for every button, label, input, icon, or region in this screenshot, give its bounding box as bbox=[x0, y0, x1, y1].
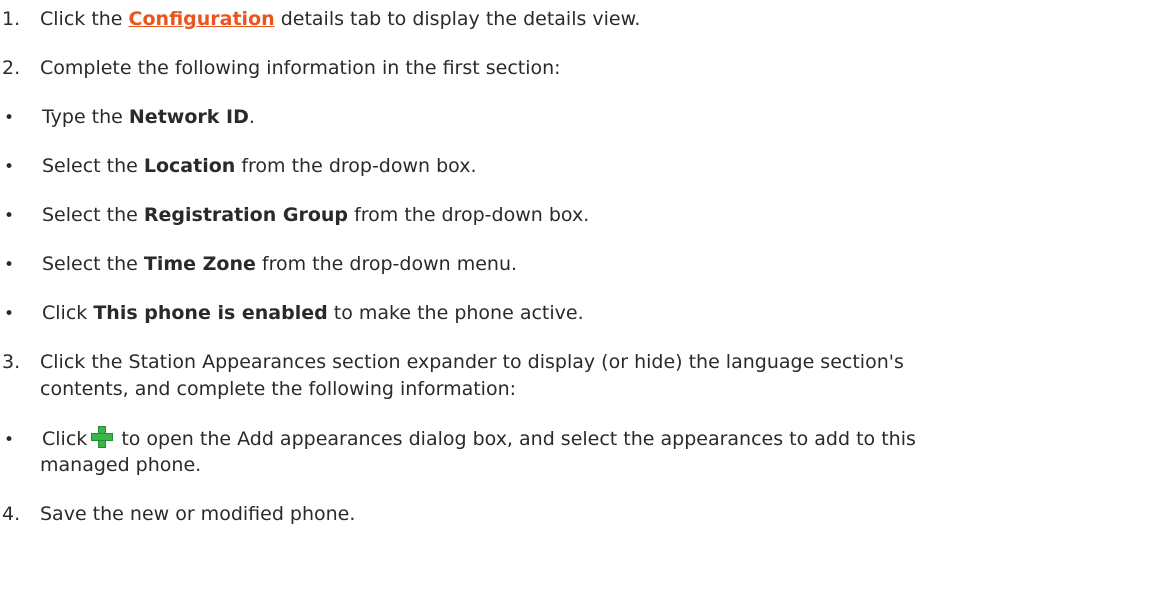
step-text: Complete the following information in th… bbox=[40, 57, 561, 79]
bullet-text: Type the bbox=[42, 106, 129, 128]
bullet-marker: • bbox=[4, 108, 15, 128]
field-name: Registration Group bbox=[143, 204, 349, 226]
add-plus-icon bbox=[91, 426, 114, 448]
bullet-text: from the drop-down box. bbox=[235, 155, 477, 177]
bullet-add-appearances: • Click to open the Add appearances dialo… bbox=[0, 426, 916, 452]
configuration-link[interactable]: Configuration bbox=[129, 8, 275, 30]
step-number: 2. bbox=[2, 57, 21, 79]
step-number: 4. bbox=[2, 503, 21, 525]
step-text: Click the Station Appearances section ex… bbox=[40, 351, 904, 373]
bullet-text: from the drop-down menu. bbox=[255, 253, 518, 275]
instruction-document: 1. Click the Configuration details tab to… bbox=[0, 0, 1153, 606]
bullet-text: Select the bbox=[42, 155, 144, 177]
step-3-continuation: contents, and complete the following inf… bbox=[40, 378, 517, 400]
bullet-marker: • bbox=[4, 430, 15, 450]
bullet-text: to make the phone active. bbox=[327, 302, 584, 324]
bullet-text: Select the bbox=[42, 253, 144, 275]
step-3: 3. Click the Station Appearances section … bbox=[0, 350, 904, 374]
field-name: Location bbox=[143, 155, 236, 177]
bullet-location: • Select the Location from the drop-down … bbox=[0, 154, 477, 179]
bullet-marker: • bbox=[4, 157, 15, 177]
step-number: 3. bbox=[2, 351, 21, 373]
bullet-phone-enabled: • Click This phone is enabled to make the… bbox=[0, 301, 584, 326]
bullet-text: . bbox=[248, 106, 255, 128]
bullet-network-id: • Type the Network ID. bbox=[0, 105, 255, 130]
bullet-add-appearances-continuation: managed phone. bbox=[40, 454, 202, 476]
bullet-marker: • bbox=[4, 206, 15, 226]
bullet-marker: • bbox=[4, 304, 15, 324]
bullet-text: from the drop-down box. bbox=[348, 204, 590, 226]
bullet-text: Select the bbox=[42, 204, 144, 226]
field-name: Time Zone bbox=[143, 253, 256, 275]
field-name: This phone is enabled bbox=[93, 302, 328, 324]
bullet-registration-group: • Select the Registration Group from the … bbox=[0, 203, 589, 228]
bullet-text: to open the Add appearances dialog box, … bbox=[115, 428, 916, 450]
step-text: details tab to display the details view. bbox=[274, 8, 641, 30]
step-4: 4. Save the new or modified phone. bbox=[0, 502, 355, 526]
field-name: Network ID bbox=[128, 106, 249, 128]
bullet-time-zone: • Select the Time Zone from the drop-down… bbox=[0, 252, 517, 277]
step-1: 1. Click the Configuration details tab to… bbox=[0, 7, 640, 31]
step-number: 1. bbox=[2, 8, 21, 30]
step-2: 2. Complete the following information in … bbox=[0, 56, 561, 80]
step-text: Save the new or modified phone. bbox=[40, 503, 356, 525]
bullet-text: Click bbox=[42, 302, 94, 324]
bullet-text: Click bbox=[42, 428, 88, 450]
bullet-marker: • bbox=[4, 255, 15, 275]
step-text: Click the bbox=[40, 8, 129, 30]
